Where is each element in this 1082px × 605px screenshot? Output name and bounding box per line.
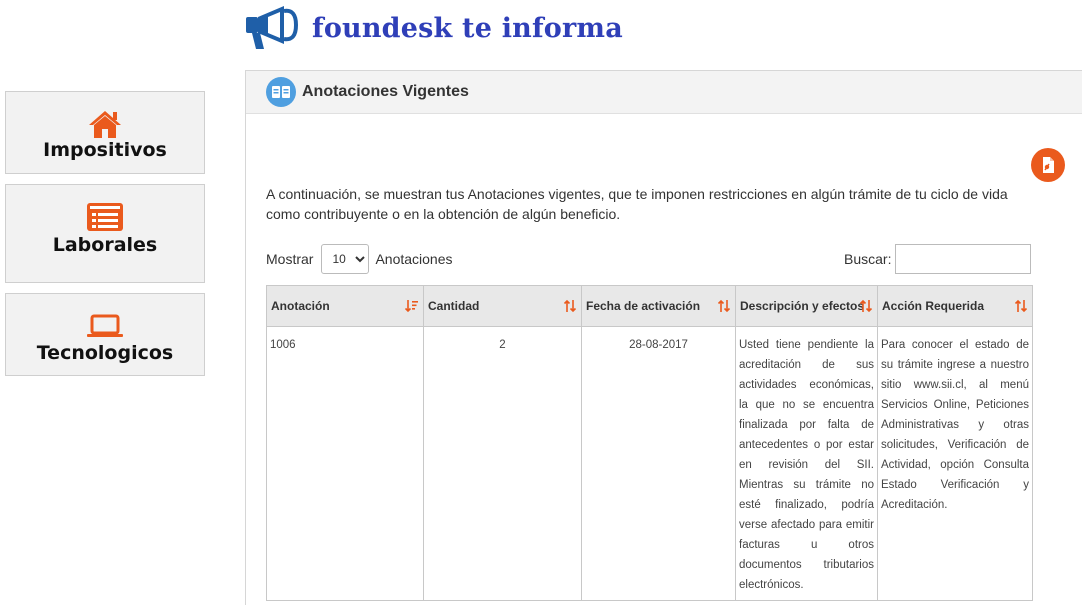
cell-anotacion: 1006 xyxy=(266,326,424,601)
annotations-panel: Anotaciones Vigentes A continuación, se … xyxy=(245,70,1082,605)
cell-fecha: 28-08-2017 xyxy=(581,326,736,601)
panel-header: Anotaciones Vigentes xyxy=(246,71,1082,114)
column-header-label: Anotación xyxy=(271,299,330,313)
column-header-label: Fecha de activación xyxy=(586,299,701,313)
panel-title: Anotaciones Vigentes xyxy=(302,83,469,100)
table-header-row: Anotación Cantidad Fecha de activación D… xyxy=(266,285,1033,327)
column-header-descripcion[interactable]: Descripción y efectos xyxy=(735,285,878,327)
cell-accion: Para conocer el estado de su trámite ing… xyxy=(877,326,1033,601)
annotations-table: Anotación Cantidad Fecha de activación D… xyxy=(266,285,1033,601)
column-header-label: Acción Requerida xyxy=(882,299,985,313)
sidebar-item-impositivos[interactable]: Impositivos xyxy=(5,91,205,174)
column-header-label: Descripción y efectos xyxy=(740,299,865,313)
search-label: Buscar: xyxy=(844,251,892,267)
search-input[interactable] xyxy=(895,244,1032,274)
sidebar-item-label: Impositivos xyxy=(43,139,167,161)
sort-icon xyxy=(859,299,873,313)
show-label: Mostrar xyxy=(266,251,314,267)
book-icon xyxy=(266,77,296,107)
sidebar-item-tecnologicos[interactable]: Tecnologicos xyxy=(5,293,205,376)
brand-header: foundesk te informa xyxy=(244,3,623,53)
column-header-fecha[interactable]: Fecha de activación xyxy=(581,285,736,327)
show-suffix: Anotaciones xyxy=(375,251,453,267)
sort-icon xyxy=(563,299,577,313)
page-length-control: Mostrar 10 Anotaciones xyxy=(266,244,453,274)
column-header-label: Cantidad xyxy=(428,299,480,313)
laptop-icon xyxy=(87,314,123,337)
table-row: 1006 2 28-08-2017 Usted tiene pendiente … xyxy=(266,326,1033,601)
list-icon xyxy=(87,203,123,231)
column-header-cantidad[interactable]: Cantidad xyxy=(423,285,582,327)
pdf-export-button[interactable] xyxy=(1031,148,1065,182)
intro-text: A continuación, se muestran tus Anotacio… xyxy=(266,186,1008,222)
cell-cantidad: 2 xyxy=(423,326,582,601)
cell-descripcion: Usted tiene pendiente la acreditación de… xyxy=(735,326,878,601)
sidebar-item-label: Laborales xyxy=(52,234,158,256)
search-control: Buscar: xyxy=(844,244,1032,274)
column-header-anotacion[interactable]: Anotación xyxy=(266,285,424,327)
sort-desc-icon xyxy=(405,300,418,313)
sort-icon xyxy=(1014,299,1028,313)
sort-icon xyxy=(717,299,731,313)
page-length-select[interactable]: 10 xyxy=(321,244,370,274)
sidebar-item-laborales[interactable]: Laborales xyxy=(5,184,205,283)
home-icon xyxy=(89,111,121,138)
column-header-accion[interactable]: Acción Requerida xyxy=(877,285,1033,327)
pdf-icon xyxy=(1043,157,1054,173)
megaphone-icon xyxy=(246,6,299,49)
page-title: foundesk te informa xyxy=(312,12,623,44)
sidebar-item-label: Tecnologicos xyxy=(36,342,174,364)
